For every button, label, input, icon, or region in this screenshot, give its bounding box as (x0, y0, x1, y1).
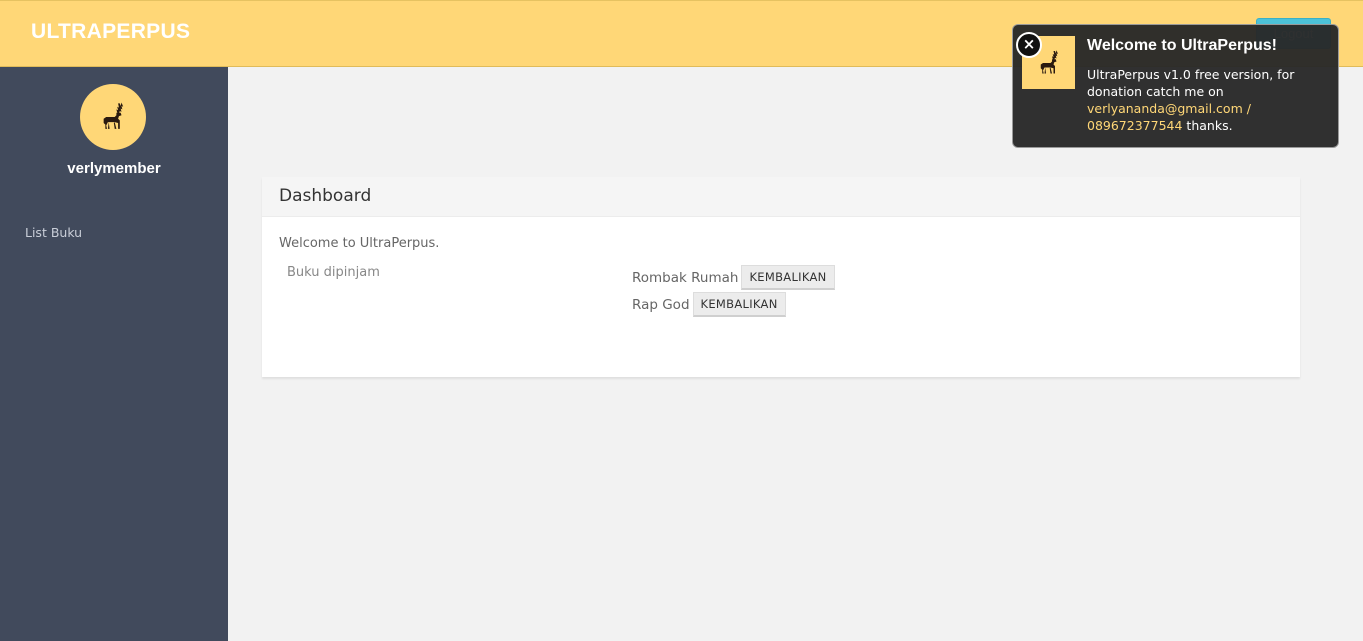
welcome-text: Welcome to UltraPerpus. (279, 236, 440, 251)
sidebar: verlymember List Buku (0, 67, 228, 641)
book-title: Rombak Rumah (632, 269, 739, 286)
return-book-button[interactable]: KEMBALIKAN (692, 292, 786, 317)
dashboard-panel: Dashboard Welcome to UltraPerpus. Buku d… (262, 177, 1300, 377)
notification-title: Welcome to UltraPerpus! (1087, 37, 1277, 54)
notification-suffix: thanks. (1186, 118, 1233, 133)
username: verlymember (67, 160, 161, 177)
notification-text: UltraPerpus v1.0 free version, for donat… (1087, 67, 1295, 99)
borrowed-books-label: Buku dipinjam (287, 265, 380, 280)
page-title: Dashboard (279, 186, 372, 206)
deer-icon (103, 102, 124, 129)
close-icon[interactable]: × (1016, 32, 1042, 58)
brand-logo-text[interactable]: ULTRAPERPUS (31, 20, 190, 44)
panel-header: Dashboard (262, 177, 1300, 217)
sidebar-item-list-buku[interactable]: List Buku (25, 225, 82, 240)
welcome-notification: × Welcome to UltraPerpus! UltraPerpus v1… (1012, 24, 1339, 148)
book-title: Rap God (632, 296, 690, 313)
list-item: Rap God KEMBALIKAN (632, 292, 786, 317)
notification-body: UltraPerpus v1.0 free version, for donat… (1087, 66, 1327, 134)
return-book-button[interactable]: KEMBALIKAN (741, 265, 835, 290)
avatar (80, 84, 146, 150)
list-item: Rombak Rumah KEMBALIKAN (632, 265, 835, 290)
